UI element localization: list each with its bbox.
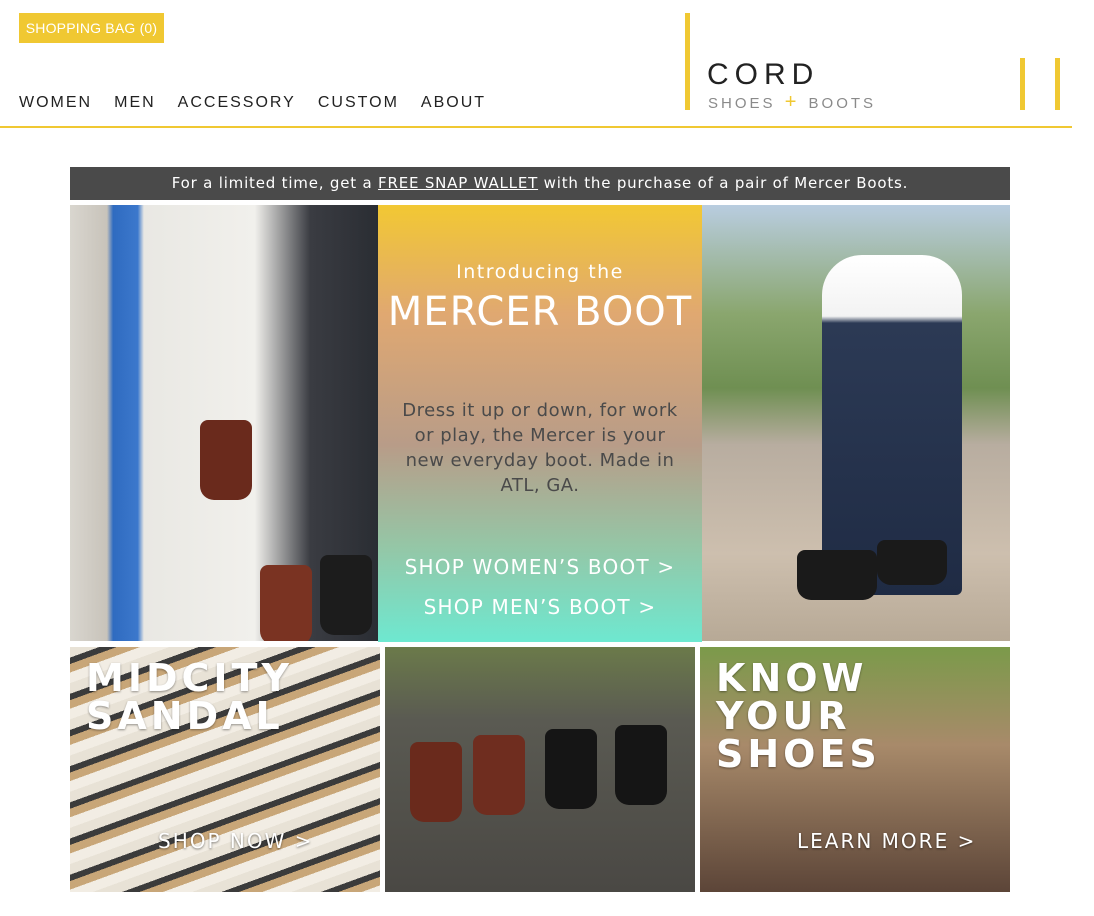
boots-lifestyle-tile[interactable]: [385, 647, 695, 892]
learn-more-link[interactable]: LEARN MORE >: [797, 829, 976, 853]
logo-sub-shoes: SHOES: [708, 95, 776, 112]
promo-suffix: with the purchase of a pair of Mercer Bo…: [543, 174, 909, 192]
nav-about[interactable]: ABOUT: [421, 94, 486, 112]
boot-shape: [797, 550, 877, 600]
boot-shape: [473, 735, 525, 815]
know-title-line-3: SHOES: [716, 732, 881, 776]
boot-shape: [410, 742, 462, 822]
logo-divider: [685, 13, 690, 110]
boot-shape: [545, 729, 597, 809]
boot-shape: [320, 555, 372, 635]
men-boot-photo[interactable]: [702, 205, 1010, 641]
menu-icon-bar-1[interactable]: [1020, 58, 1025, 110]
women-boot-photo[interactable]: [70, 205, 378, 641]
logo-sub-boots: BOOTS: [808, 95, 877, 112]
shopping-bag-button[interactable]: SHOPPING BAG (0): [19, 13, 164, 43]
nav-women[interactable]: WOMEN: [19, 94, 92, 112]
promo-link[interactable]: FREE SNAP WALLET: [378, 174, 538, 192]
logo-plus: +: [784, 91, 800, 113]
sandal-title-line-2: SANDAL: [86, 694, 284, 738]
shop-womens-boot-link[interactable]: SHOP WOMEN’S BOOT >: [378, 555, 702, 579]
main-nav: WOMEN MEN ACCESSORY CUSTOM ABOUT: [19, 94, 486, 112]
nav-accessory[interactable]: ACCESSORY: [178, 94, 296, 112]
logo-subtitle: SHOES + BOOTS: [708, 92, 877, 112]
midcity-sandal-tile[interactable]: MIDCITY SANDAL SHOP NOW >: [70, 647, 380, 892]
hero-title: MERCER BOOT: [387, 289, 693, 335]
mercer-boot-promo: Introducing the MERCER BOOT Dress it up …: [378, 205, 702, 642]
logo-title[interactable]: CORD: [707, 58, 819, 92]
nav-custom[interactable]: CUSTOM: [318, 94, 399, 112]
boot-shape: [615, 725, 667, 805]
hero-description: Dress it up or down, for work or play, t…: [402, 400, 678, 496]
sandal-title-line-1: MIDCITY: [86, 656, 293, 700]
menu-icon-bar-2[interactable]: [1055, 58, 1060, 110]
promo-prefix: For a limited time, get a: [171, 174, 373, 192]
boot-shape: [200, 420, 252, 500]
boot-shape: [260, 565, 312, 641]
promo-banner: For a limited time, get a FREE SNAP WALL…: [70, 167, 1010, 200]
know-title-line-1: KNOW: [716, 656, 868, 700]
know-your-shoes-tile[interactable]: KNOW YOUR SHOES LEARN MORE >: [700, 647, 1010, 892]
nav-men[interactable]: MEN: [114, 94, 156, 112]
boot-shape: [877, 540, 947, 585]
site-header: SHOPPING BAG (0) WOMEN MEN ACCESSORY CUS…: [0, 0, 1072, 128]
shop-mens-boot-link[interactable]: SHOP MEN’S BOOT >: [378, 595, 702, 619]
know-title-line-2: YOUR: [716, 694, 851, 738]
hero-intro: Introducing the: [456, 261, 624, 283]
shop-now-link[interactable]: SHOP NOW >: [158, 829, 314, 853]
